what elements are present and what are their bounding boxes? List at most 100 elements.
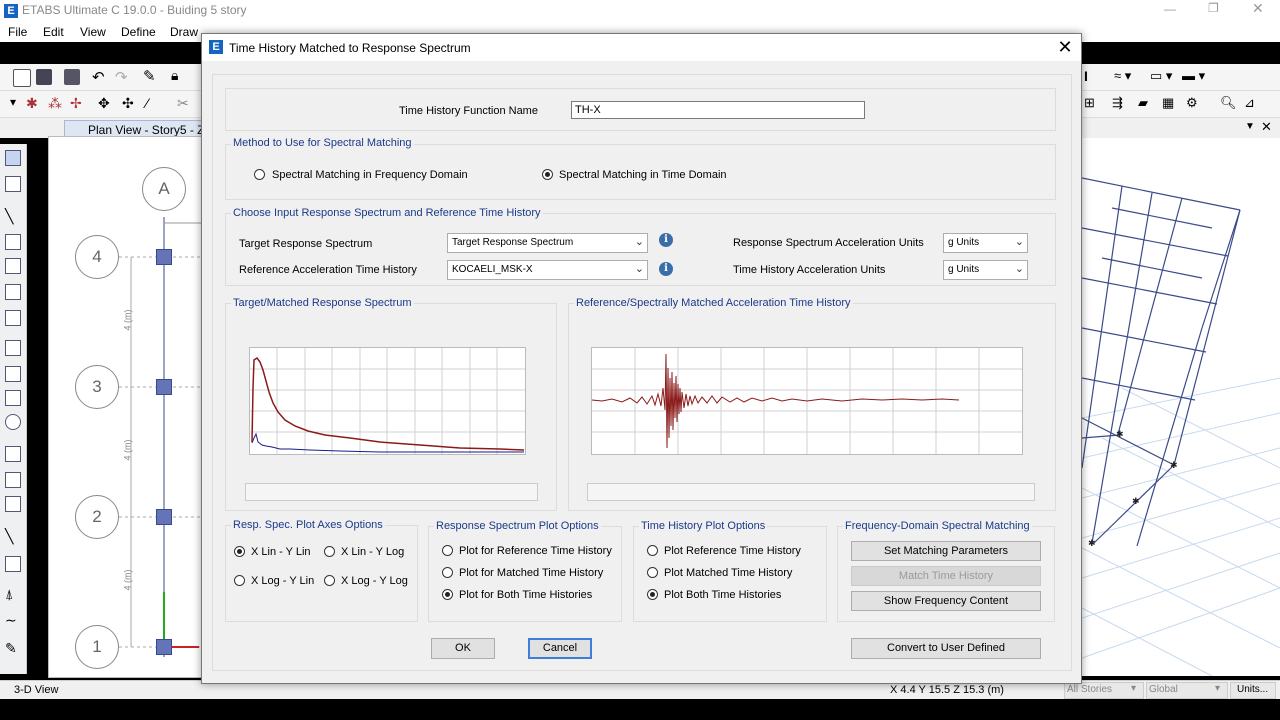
draw-brace-icon[interactable] bbox=[5, 234, 21, 250]
match-time-history-button[interactable]: Match Time History bbox=[851, 566, 1041, 586]
loads-icon[interactable]: ⇶ bbox=[1112, 95, 1123, 111]
radio-plot-both-label[interactable]: Plot for Both Time Histories bbox=[459, 589, 592, 601]
tab-dropdown-icon[interactable]: ▼ bbox=[1245, 121, 1255, 132]
column-marker[interactable] bbox=[156, 249, 172, 265]
dropdown-icon[interactable]: ▾ bbox=[10, 95, 16, 109]
time-history-plot-scrollbar[interactable] bbox=[587, 483, 1035, 501]
rs-units-select[interactable]: g Units ⌄ bbox=[943, 233, 1028, 253]
radio-frequency-domain-label[interactable]: Spectral Matching in Frequency Domain bbox=[272, 169, 468, 181]
select-icon[interactable]: ✥ bbox=[98, 95, 110, 112]
coord-system-select[interactable]: Global ▾ bbox=[1146, 682, 1228, 699]
mesh-icon[interactable]: ▦ bbox=[1162, 95, 1174, 111]
draw-point-icon[interactable]: ✱ bbox=[26, 95, 38, 112]
radio-plot-reference[interactable] bbox=[442, 545, 453, 556]
ok-button[interactable]: OK bbox=[431, 638, 495, 659]
radio-xlin-ylog-label[interactable]: X Lin - Y Log bbox=[341, 546, 404, 558]
radio-time-domain[interactable] bbox=[542, 169, 553, 180]
menu-view[interactable]: View bbox=[80, 25, 106, 39]
radio-time-domain-label[interactable]: Spectral Matching in Time Domain bbox=[559, 169, 727, 181]
target-spectrum-select[interactable]: Target Response Spectrum ⌄ bbox=[447, 233, 648, 253]
cancel-button[interactable]: Cancel bbox=[528, 638, 592, 659]
pointer-icon[interactable] bbox=[5, 150, 21, 166]
radio-plot-matched[interactable] bbox=[442, 567, 453, 578]
radio-xlog-ylin-label[interactable]: X Log - Y Lin bbox=[251, 575, 314, 587]
minimize-icon[interactable]: — bbox=[1164, 2, 1176, 16]
restore-icon[interactable]: ❐ bbox=[1208, 1, 1219, 15]
draw-column-icon[interactable] bbox=[5, 258, 21, 274]
redo-icon[interactable]: ↷ bbox=[115, 68, 128, 86]
draw-grid-icon[interactable] bbox=[5, 556, 21, 572]
spectrum-plot-scrollbar[interactable] bbox=[245, 483, 538, 501]
column-marker[interactable] bbox=[156, 639, 172, 655]
draw-panel-icon[interactable] bbox=[5, 496, 21, 512]
undo-icon[interactable]: ↶ bbox=[92, 68, 105, 86]
draw-slab-icon[interactable] bbox=[5, 390, 21, 406]
tab-close-icon[interactable]: ✕ bbox=[1261, 119, 1272, 135]
menu-file[interactable]: File bbox=[8, 25, 27, 39]
column-marker[interactable] bbox=[156, 379, 172, 395]
snap-icon[interactable]: ✢ bbox=[70, 95, 82, 112]
radio-plot-both[interactable] bbox=[442, 589, 453, 600]
plan-view-canvas[interactable]: A 4 3 2 1 4 (m) 4 (m) 4 (m) bbox=[48, 136, 210, 678]
units-button[interactable]: Units... bbox=[1230, 682, 1276, 699]
column-marker[interactable] bbox=[156, 509, 172, 525]
draw-area-icon[interactable] bbox=[5, 340, 21, 356]
text-icon[interactable]: I bbox=[1084, 68, 1088, 84]
lock-icon[interactable]: 🔒︎ bbox=[171, 67, 178, 84]
radio-xlog-ylog-label[interactable]: X Log - Y Log bbox=[341, 575, 408, 587]
scissors-icon[interactable]: ✂ bbox=[177, 95, 189, 112]
3d-view-canvas[interactable]: ✱ ✱ ✱ ✱ bbox=[1081, 138, 1280, 677]
radio-xlog-ylog[interactable] bbox=[324, 575, 335, 586]
draw-rect-icon[interactable] bbox=[5, 366, 21, 382]
radio-th-both[interactable] bbox=[647, 589, 658, 600]
draw-wall-icon[interactable] bbox=[5, 446, 21, 462]
sections-icon[interactable]: ⊞ bbox=[1084, 95, 1095, 111]
radio-th-reference-label[interactable]: Plot Reference Time History bbox=[664, 545, 801, 557]
info-icon[interactable]: i bbox=[659, 262, 673, 276]
radio-xlin-ylin-label[interactable]: X Lin - Y Lin bbox=[251, 546, 311, 558]
draw-cross-icon[interactable] bbox=[5, 310, 21, 326]
draw-circle-icon[interactable] bbox=[5, 414, 21, 430]
function-name-input[interactable]: TH-X bbox=[571, 101, 865, 119]
brush-icon[interactable]: ⁄ bbox=[146, 95, 148, 111]
menu-draw[interactable]: Draw bbox=[170, 25, 198, 39]
menu-define[interactable]: Define bbox=[121, 25, 156, 39]
story-select[interactable]: All Stories ▾ bbox=[1064, 682, 1144, 699]
frame-icon[interactable]: ▭ ▾ bbox=[1150, 68, 1172, 84]
draw-opening-icon[interactable] bbox=[5, 472, 21, 488]
property-icon[interactable]: ⚙ bbox=[1186, 95, 1198, 111]
radio-th-matched[interactable] bbox=[647, 567, 658, 578]
radio-th-matched-label[interactable]: Plot Matched Time History bbox=[664, 567, 792, 579]
radio-xlin-ylin[interactable] bbox=[234, 546, 245, 557]
thickness-icon[interactable]: ▬ ▾ bbox=[1182, 68, 1205, 84]
pencil-icon[interactable]: ✎ bbox=[143, 67, 156, 85]
radio-plot-reference-label[interactable]: Plot for Reference Time History bbox=[459, 545, 612, 557]
radio-frequency-domain[interactable] bbox=[254, 169, 265, 180]
convert-to-user-defined-button[interactable]: Convert to User Defined bbox=[851, 638, 1041, 659]
line-style-icon[interactable]: ≈ ▾ bbox=[1114, 68, 1131, 84]
radio-xlog-ylin[interactable] bbox=[234, 575, 245, 586]
radio-xlin-ylog[interactable] bbox=[324, 546, 335, 557]
radio-th-reference[interactable] bbox=[647, 545, 658, 556]
radio-th-both-label[interactable]: Plot Both Time Histories bbox=[664, 589, 781, 601]
intersect-icon[interactable]: ✣ bbox=[122, 95, 134, 112]
radio-plot-matched-label[interactable]: Plot for Matched Time History bbox=[459, 567, 603, 579]
measure-icon[interactable]: ⊿ bbox=[1244, 95, 1255, 111]
draw-dimension-icon[interactable]: ✎ bbox=[5, 640, 19, 656]
draw-node-icon[interactable]: ⁂ bbox=[48, 95, 62, 112]
draw-beam-icon[interactable] bbox=[5, 284, 21, 300]
reference-history-select[interactable]: KOCAELI_MSK-X ⌄ bbox=[447, 260, 648, 280]
draw-tendon-icon[interactable]: ⍋ bbox=[5, 586, 19, 602]
app-close-icon[interactable]: ✕ bbox=[1252, 0, 1264, 17]
draw-link-icon[interactable]: ╲ bbox=[5, 528, 19, 544]
draw-wave-icon[interactable]: ∼ bbox=[5, 612, 19, 628]
diaphragm-icon[interactable]: ▰ bbox=[1138, 95, 1148, 111]
zoom-icon[interactable]: 🔍︎ bbox=[1220, 95, 1237, 111]
set-matching-parameters-button[interactable]: Set Matching Parameters bbox=[851, 541, 1041, 561]
new-file-icon[interactable] bbox=[13, 69, 31, 87]
open-file-icon[interactable] bbox=[36, 69, 52, 85]
show-frequency-content-button[interactable]: Show Frequency Content bbox=[851, 591, 1041, 611]
save-icon[interactable] bbox=[64, 69, 80, 85]
draw-line-icon[interactable]: ╲ bbox=[5, 208, 19, 224]
close-icon[interactable]: ✕ bbox=[1055, 37, 1075, 57]
